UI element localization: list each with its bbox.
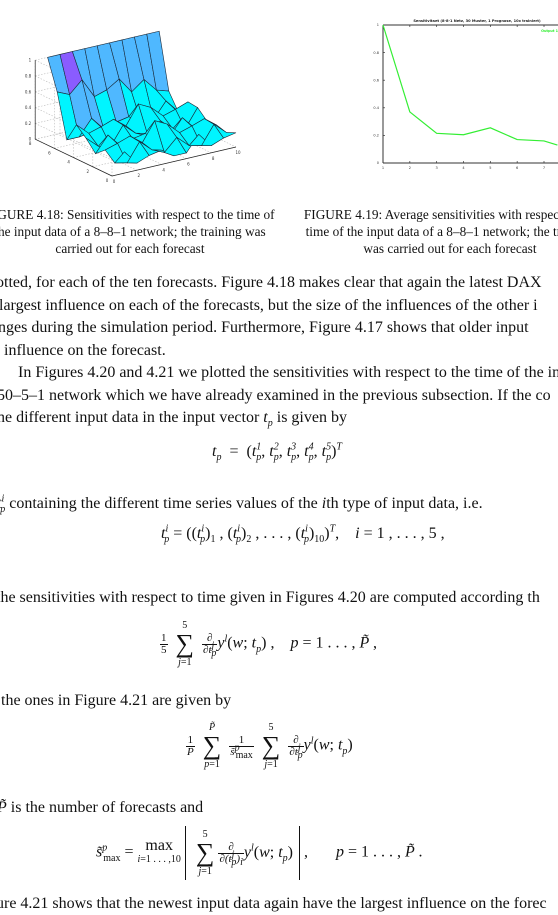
z-tick-label: 0.8 [25, 74, 32, 79]
y-tick-label: 2 [87, 169, 90, 174]
paragraph-line: ne different input data in the input vec… [0, 407, 347, 429]
y-tick-label: 6 [48, 150, 51, 155]
z-tick-label: 0.2 [25, 121, 32, 126]
paragraph-line: nges during the simulation period. Furth… [0, 317, 529, 339]
math-inline: tp [263, 409, 272, 426]
legend-entry-output-1: Output 1 [541, 29, 558, 33]
x-tick-label: 6 [187, 162, 190, 167]
x-tick-label: 2 [138, 173, 141, 178]
x-tick-label: 2 [409, 166, 411, 170]
text-span: is given by [273, 409, 347, 426]
paragraph-line: the sensitivities with respect to time g… [0, 587, 540, 609]
text-span: is the number of forecasts and [7, 799, 203, 816]
paragraph-line: influence on the forecast. [4, 340, 166, 362]
x-tick-label: 6 [516, 166, 518, 170]
paragraph-line: In Figures 4.20 and 4.21 we plotted the … [18, 362, 558, 384]
y-tick-label: 0.6 [373, 78, 379, 82]
x-tick-label: 3 [436, 166, 438, 170]
paragraph-line: otted, for each of the ten forecasts. Fi… [0, 272, 542, 294]
x-tick-label: 7 [543, 166, 545, 170]
y-tick-label: 4 [67, 160, 70, 165]
equation-input-vector: tp = (t1p, t2p, t3p, t4p, t5p)T [212, 443, 342, 461]
chart-title: Sensitivitaet (8-8-1 Netz, 30 Muster, 1 … [413, 19, 541, 23]
y-tick-label: 0.4 [373, 106, 379, 110]
figure-4-18: 00.20.40.60.81024681002468 [0, 0, 280, 200]
x-tick-label: 5 [489, 166, 491, 170]
paragraph-line: ure 4.21 shows that the newest input dat… [0, 893, 547, 915]
x-tick-label: 4 [462, 166, 465, 170]
line-chart: Sensitivitaet (8-8-1 Netz, 30 Muster, 1 … [280, 0, 558, 200]
x-tick-label: 8 [212, 156, 215, 161]
x-tick-label: 10 [235, 150, 241, 155]
math-inline: P̃ [0, 799, 7, 816]
y-tick-label: 0 [106, 178, 109, 183]
caption-text: Sensitivities with respect to the time o… [67, 207, 275, 222]
z-tick-label: 0.4 [25, 105, 32, 110]
y-tick-label: 0.8 [373, 51, 379, 55]
paragraph-line: the ones in Figure 4.21 are given by [1, 690, 231, 712]
y-tick-label: 0 [377, 161, 379, 165]
caption-text: the input data of a 8–8–1 network; the t… [0, 223, 280, 240]
caption-text: time of the input data of a 8–8–1 networ… [300, 223, 558, 240]
text-span: containing the different time series val… [5, 495, 322, 512]
caption-text: Average sensitivities with respect to th… [385, 207, 558, 222]
y-tick-label: 0.2 [373, 134, 379, 138]
y-tick-label: 8 [29, 141, 32, 146]
caption-figure-4-18: FIGURE 4.18: Sensitivities with respect … [0, 206, 280, 257]
equation-average-sensitivity: 1P̃ P̃∑p=1 1s̃pmax 5∑j=1 ∂∂tjpyl(w; tp) [186, 722, 353, 770]
caption-label: FIGURE 4.18: [0, 207, 64, 222]
x-tick-label: 1 [382, 166, 384, 170]
paragraph-line: P̃ is the number of forecasts and [0, 797, 203, 819]
x-tick-label: 0 [113, 179, 116, 184]
caption-label: FIGURE 4.19: [304, 207, 382, 222]
caption-text: was carried out for each forecast [300, 240, 558, 257]
caption-figure-4-19: FIGURE 4.19: Average sensitivities with … [300, 206, 558, 257]
paragraph-line: tip containing the different time series… [0, 493, 483, 515]
series-output-1-line [383, 25, 557, 145]
equation-time-series: tip = ((tip)1 , (tip)2 , . . . , (tip)10… [161, 525, 445, 543]
paragraph-line: largest influence on each of the forecas… [0, 295, 538, 317]
surface-plot: 00.20.40.60.81024681002468 [0, 0, 280, 200]
x-tick-label: 4 [162, 167, 165, 172]
y-tick-label: 1 [377, 23, 379, 27]
figure-4-19: Sensitivitaet (8-8-1 Netz, 30 Muster, 1 … [280, 0, 558, 200]
z-tick-label: 0.6 [25, 89, 32, 94]
equation-max-sensitivity: s̃pmax = maxi=1 . . . ,10 5∑j=1∂∂(tjp)iy… [96, 826, 422, 880]
caption-text: carried out for each forecast [0, 240, 280, 257]
paragraph-line: 50–5–1 network which we have already exa… [0, 385, 551, 407]
z-tick-label: 1 [29, 58, 32, 63]
text-span: th type of input data, i.e. [326, 495, 482, 512]
equation-sensitivity-time: 15 5∑j=1 ∂∂tjpyl(w; tp) , p = 1 . . . , … [160, 620, 377, 668]
text-span: ne different input data in the input vec… [0, 409, 263, 426]
